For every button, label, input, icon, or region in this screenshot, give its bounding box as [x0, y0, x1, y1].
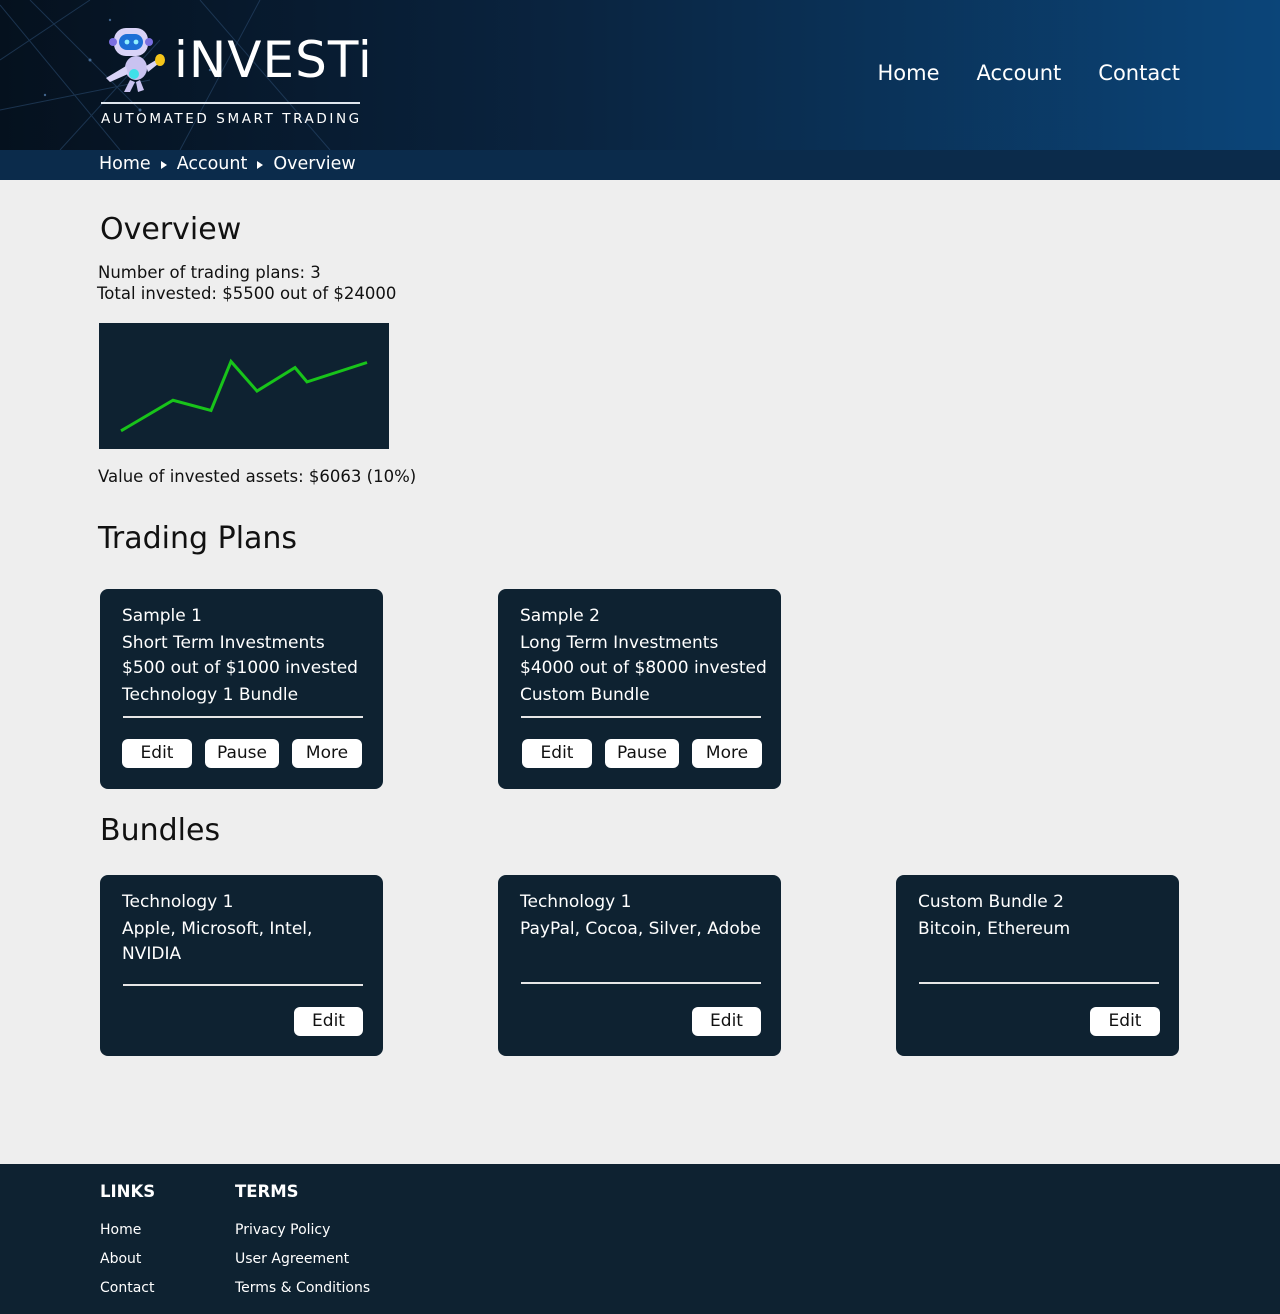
bundle-card: Custom Bundle 2 Bitcoin, Ethereum Edit	[896, 875, 1179, 1056]
trading-plans-count: Number of trading plans: 3	[98, 263, 321, 282]
card-divider	[521, 716, 761, 718]
pause-plan-button[interactable]: Pause	[605, 739, 679, 768]
edit-bundle-button[interactable]: Edit	[692, 1007, 761, 1036]
bundle-assets: PayPal, Cocoa, Silver, Adobe	[520, 919, 761, 939]
invested-assets-value: Value of invested assets: $6063 (10%)	[98, 467, 417, 486]
bundles-heading: Bundles	[100, 813, 221, 848]
edit-plan-button[interactable]: Edit	[522, 739, 592, 768]
footer-terms-column: TERMS Privacy Policy User Agreement Term…	[235, 1182, 370, 1296]
site-footer: LINKS Home About Contact TERMS Privacy P…	[0, 1164, 1280, 1314]
nav-account-link[interactable]: Account	[977, 61, 1062, 85]
breadcrumb-account[interactable]: Account	[177, 154, 248, 174]
brand-name: iNVESTi	[174, 31, 373, 89]
nav-home-link[interactable]: Home	[877, 61, 939, 85]
nav-contact-link[interactable]: Contact	[1098, 61, 1180, 85]
bundle-name: Custom Bundle 2	[918, 892, 1064, 912]
trading-plan-card: Sample 1 Short Term Investments $500 out…	[100, 589, 383, 789]
breadcrumb-bar: Home Account Overview	[0, 150, 1280, 180]
total-invested: Total invested: $5500 out of $24000	[97, 284, 397, 303]
plan-name: Sample 2	[520, 606, 600, 626]
plan-term: Short Term Investments	[122, 633, 325, 653]
site-header: iNVESTi AUTOMATED SMART TRADING Home Acc…	[0, 0, 1280, 150]
edit-bundle-button[interactable]: Edit	[1090, 1007, 1160, 1036]
plan-name: Sample 1	[122, 606, 202, 626]
trading-plans-heading: Trading Plans	[98, 521, 298, 556]
card-divider	[919, 982, 1159, 984]
breadcrumb-arrow-icon	[257, 161, 264, 169]
plan-bundle: Technology 1 Bundle	[122, 685, 299, 705]
footer-terms-heading: TERMS	[235, 1182, 299, 1201]
plan-term: Long Term Investments	[520, 633, 719, 653]
edit-bundle-button[interactable]: Edit	[294, 1007, 363, 1036]
more-plan-button[interactable]: More	[692, 739, 762, 768]
bundle-name: Technology 1	[520, 892, 632, 912]
footer-links-column: LINKS Home About Contact	[100, 1182, 156, 1296]
footer-link-privacy-policy[interactable]: Privacy Policy	[235, 1222, 330, 1238]
performance-chart	[99, 323, 389, 449]
footer-link-user-agreement[interactable]: User Agreement	[235, 1251, 349, 1267]
pause-plan-button[interactable]: Pause	[205, 739, 279, 768]
overview-heading: Overview	[100, 212, 242, 247]
footer-link-terms-conditions[interactable]: Terms & Conditions	[235, 1280, 370, 1296]
bundle-assets: Apple, Microsoft, Intel,	[122, 919, 313, 939]
top-navigation: Home Account Contact	[877, 61, 1180, 85]
bundle-assets: Bitcoin, Ethereum	[918, 919, 1071, 939]
breadcrumb-home[interactable]: Home	[99, 154, 151, 174]
footer-link-contact[interactable]: Contact	[100, 1280, 154, 1296]
card-divider	[123, 716, 363, 718]
bundle-name: Technology 1	[122, 892, 234, 912]
more-plan-button[interactable]: More	[292, 739, 362, 768]
plan-invested: $4000 out of $8000 invested	[520, 658, 767, 678]
breadcrumb: Home Account Overview	[99, 154, 356, 174]
footer-links-heading: LINKS	[100, 1182, 156, 1201]
footer-link-about[interactable]: About	[100, 1251, 141, 1267]
footer-link-home[interactable]: Home	[100, 1222, 141, 1238]
card-divider	[521, 982, 761, 984]
chart-series-line	[120, 358, 368, 433]
card-divider	[123, 984, 363, 986]
bundle-assets-continued: NVIDIA	[122, 944, 182, 964]
trading-plan-card: Sample 2 Long Term Investments $4000 out…	[498, 589, 781, 789]
plan-invested: $500 out of $1000 invested	[122, 658, 358, 678]
logo-divider	[101, 102, 360, 104]
edit-plan-button[interactable]: Edit	[122, 739, 192, 768]
bundle-card: Technology 1 PayPal, Cocoa, Silver, Adob…	[498, 875, 781, 1056]
breadcrumb-arrow-icon	[160, 161, 167, 169]
performance-chart-svg	[120, 358, 368, 433]
plan-bundle: Custom Bundle	[520, 685, 650, 705]
bundle-card: Technology 1 Apple, Microsoft, Intel, NV…	[100, 875, 383, 1056]
breadcrumb-overview[interactable]: Overview	[273, 154, 355, 174]
brand-tagline: AUTOMATED SMART TRADING	[101, 111, 362, 127]
robot-mascot-icon	[106, 28, 165, 92]
brand-logo[interactable]: iNVESTi AUTOMATED SMART TRADING	[100, 22, 372, 132]
